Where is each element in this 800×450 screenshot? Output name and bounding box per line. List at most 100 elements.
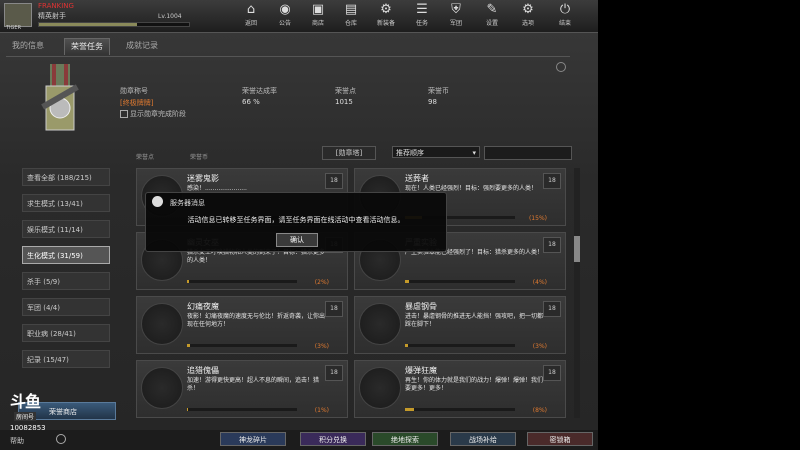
mission-points: 18: [543, 365, 561, 381]
nav-weapon[interactable]: ⚙ 新装备: [371, 3, 401, 28]
chevron-down-icon: ▾: [472, 149, 476, 157]
bottom-button[interactable]: 绝地探索: [372, 432, 438, 446]
nav-label: 商店: [311, 20, 324, 27]
mission-icon: [141, 367, 183, 409]
sidebar-item[interactable]: 杀手 (5/9): [22, 272, 110, 290]
mission-title: 暴虐钢骨: [405, 302, 437, 311]
mission-points: 18: [325, 173, 343, 189]
mission-points: 18: [543, 173, 561, 189]
bottom-button[interactable]: 密锁箱: [527, 432, 593, 446]
mission-title: 幻痛夜魔: [187, 302, 219, 311]
coin-value: 98: [428, 98, 437, 106]
badge-text: TIGER: [6, 25, 22, 31]
confirm-button[interactable]: 确认: [276, 233, 318, 247]
nav-announce[interactable]: ◉ 公告: [270, 2, 300, 28]
mission-title: 迷雾鬼影: [187, 174, 219, 183]
mission-percent: (3%): [314, 343, 329, 350]
room-label: 房间号: [14, 412, 37, 421]
search-icon[interactable]: [56, 434, 66, 444]
sidebar-item[interactable]: 职业病 (28/41): [22, 324, 110, 342]
mission-percent: (15%): [528, 215, 547, 222]
mission-title: 爆弹狂魔: [405, 366, 437, 375]
mission-card[interactable]: 幻痛夜魔 夜影！幻痛夜魔的速度无与伦比！折返奇袭，让你出现在任何地方！ 18 (3%): [136, 296, 348, 354]
storage-icon: ▤: [344, 2, 358, 17]
bottom-button[interactable]: 积分兑换: [300, 432, 366, 446]
nav-label: 新装备: [376, 20, 395, 27]
mission-card[interactable]: 追猎傀儡 加速！游得更快更高！超人不息的瞬间，追击！猎杀！ 18 (1%): [136, 360, 348, 418]
player-level: Lv.1004: [158, 13, 182, 20]
sidebar-item[interactable]: 求生模式 (13/41): [22, 194, 110, 212]
mission-points: 18: [325, 301, 343, 317]
mission-points: 18: [325, 365, 343, 381]
bottom-button[interactable]: 战场补给: [450, 432, 516, 446]
points-label: 荣誉点: [335, 87, 356, 95]
help-label[interactable]: 帮助: [10, 436, 24, 446]
nav-shop[interactable]: ▣ 商店: [303, 2, 333, 28]
help-icon[interactable]: [556, 62, 566, 72]
bottom-button[interactable]: 神龙碎片: [220, 432, 286, 446]
nav-legion[interactable]: ⛨ 军团: [441, 3, 471, 28]
nav-label: 设置: [485, 20, 498, 27]
mission-desc: 再生！你的体力就是我们的战力！爆弹！爆弹！我们要更多！更多！: [405, 377, 544, 392]
sidebar-item[interactable]: 查看全部 (188/215): [22, 168, 110, 186]
mission-icon: [141, 303, 183, 345]
mission-desc: 进击！暴虐钢骨的推进无人能挡！强攻吧，把一切都踩在脚下！: [405, 313, 544, 328]
nav-options[interactable]: ⚙ 选项: [513, 2, 543, 28]
sidebar-item[interactable]: 生化模式 (31/59): [22, 246, 110, 264]
power-icon: ⏻: [559, 2, 571, 17]
nav-task[interactable]: ☰ 任务: [407, 3, 437, 28]
game-window: TIGER FRANKING 精英射手 Lv.1004 ⌂ 返回 ◉ 公告 ▣ 商店 ▤ 仓库…: [0, 0, 598, 450]
nav-label: 结束: [558, 20, 571, 27]
mission-percent: (1%): [314, 407, 329, 414]
player-title: 精英射手: [38, 12, 66, 20]
options-icon: ⚙: [522, 2, 534, 17]
settings-icon: ✎: [486, 2, 498, 17]
nav-label: 选项: [521, 20, 534, 27]
show-stage-checkbox[interactable]: [120, 110, 128, 118]
nav-label: 公告: [278, 20, 291, 27]
checkbox-label: 显示勋章完成阶段: [130, 110, 186, 118]
coin-label: 荣誉币: [428, 87, 449, 95]
player-name: FRANKING: [38, 2, 74, 10]
nav-storage[interactable]: ▤ 仓库: [336, 2, 366, 28]
nav-back[interactable]: ⌂ 返回: [236, 3, 266, 28]
mission-percent: (2%): [314, 279, 329, 286]
mission-points: 18: [543, 237, 561, 253]
mission-percent: (4%): [532, 279, 547, 286]
scroll-thumb[interactable]: [574, 236, 580, 262]
sort-select[interactable]: 推荐顺序 ▾: [392, 146, 480, 158]
tab-1[interactable]: 荣誉任务: [64, 38, 110, 55]
mission-progress: [187, 280, 297, 283]
dialog-message: 活动信息已转移至任务界面，请至任务界面在线活动中查看活动信息。: [187, 216, 405, 224]
mission-icon: [359, 367, 401, 409]
shop-icon: ▣: [311, 2, 325, 17]
mission-title: 送葬者: [405, 174, 429, 183]
sidebar-item[interactable]: 纪录 (15/47): [22, 350, 110, 368]
sort-value: 推荐顺序: [396, 149, 424, 157]
medal-value: [终极牌牌]: [120, 99, 154, 107]
nav-label: 军团: [449, 20, 462, 27]
medal-tower-button[interactable]: [勋章塔]: [322, 146, 376, 160]
nav-label: 任务: [415, 20, 428, 27]
mission-percent: (3%): [532, 343, 547, 350]
mission-percent: (8%): [532, 407, 547, 414]
mission-desc: 加速！游得更快更高！超人不息的瞬间，追击！猎杀！: [187, 377, 320, 392]
nav-settings[interactable]: ✎ 设置: [477, 2, 507, 28]
medal-label: 勋章称号: [120, 87, 148, 95]
mission-progress: [187, 344, 297, 347]
search-input[interactable]: [484, 146, 572, 160]
sidebar-item[interactable]: 娱乐模式 (11/14): [22, 220, 110, 238]
steam-icon: [152, 196, 163, 207]
scrollbar[interactable]: [574, 168, 580, 418]
tab-0[interactable]: 我的信息: [6, 38, 50, 54]
tab-2[interactable]: 成就记录: [120, 38, 164, 54]
rate-value: 66 %: [242, 98, 260, 106]
server-message-dialog: 服务器消息 活动信息已转移至任务界面，请至任务界面在线活动中查看活动信息。 确认: [145, 192, 447, 252]
xp-bar: [38, 22, 190, 27]
announce-icon: ◉: [279, 2, 291, 17]
sidebar-item[interactable]: 军团 (4/4): [22, 298, 110, 316]
mission-progress: [405, 280, 515, 283]
mission-card[interactable]: 爆弹狂魔再生！你的体力就是我们的战力！爆弹！爆弹！我们要更多！更多！ 18 (8%): [354, 360, 566, 418]
mission-card[interactable]: 暴虐钢骨 进击！暴虐钢骨的推进无人能挡！强攻吧，把一切都踩在脚下！ 18 (3%): [354, 296, 566, 354]
nav-power[interactable]: ⏻ 结束: [550, 2, 580, 28]
